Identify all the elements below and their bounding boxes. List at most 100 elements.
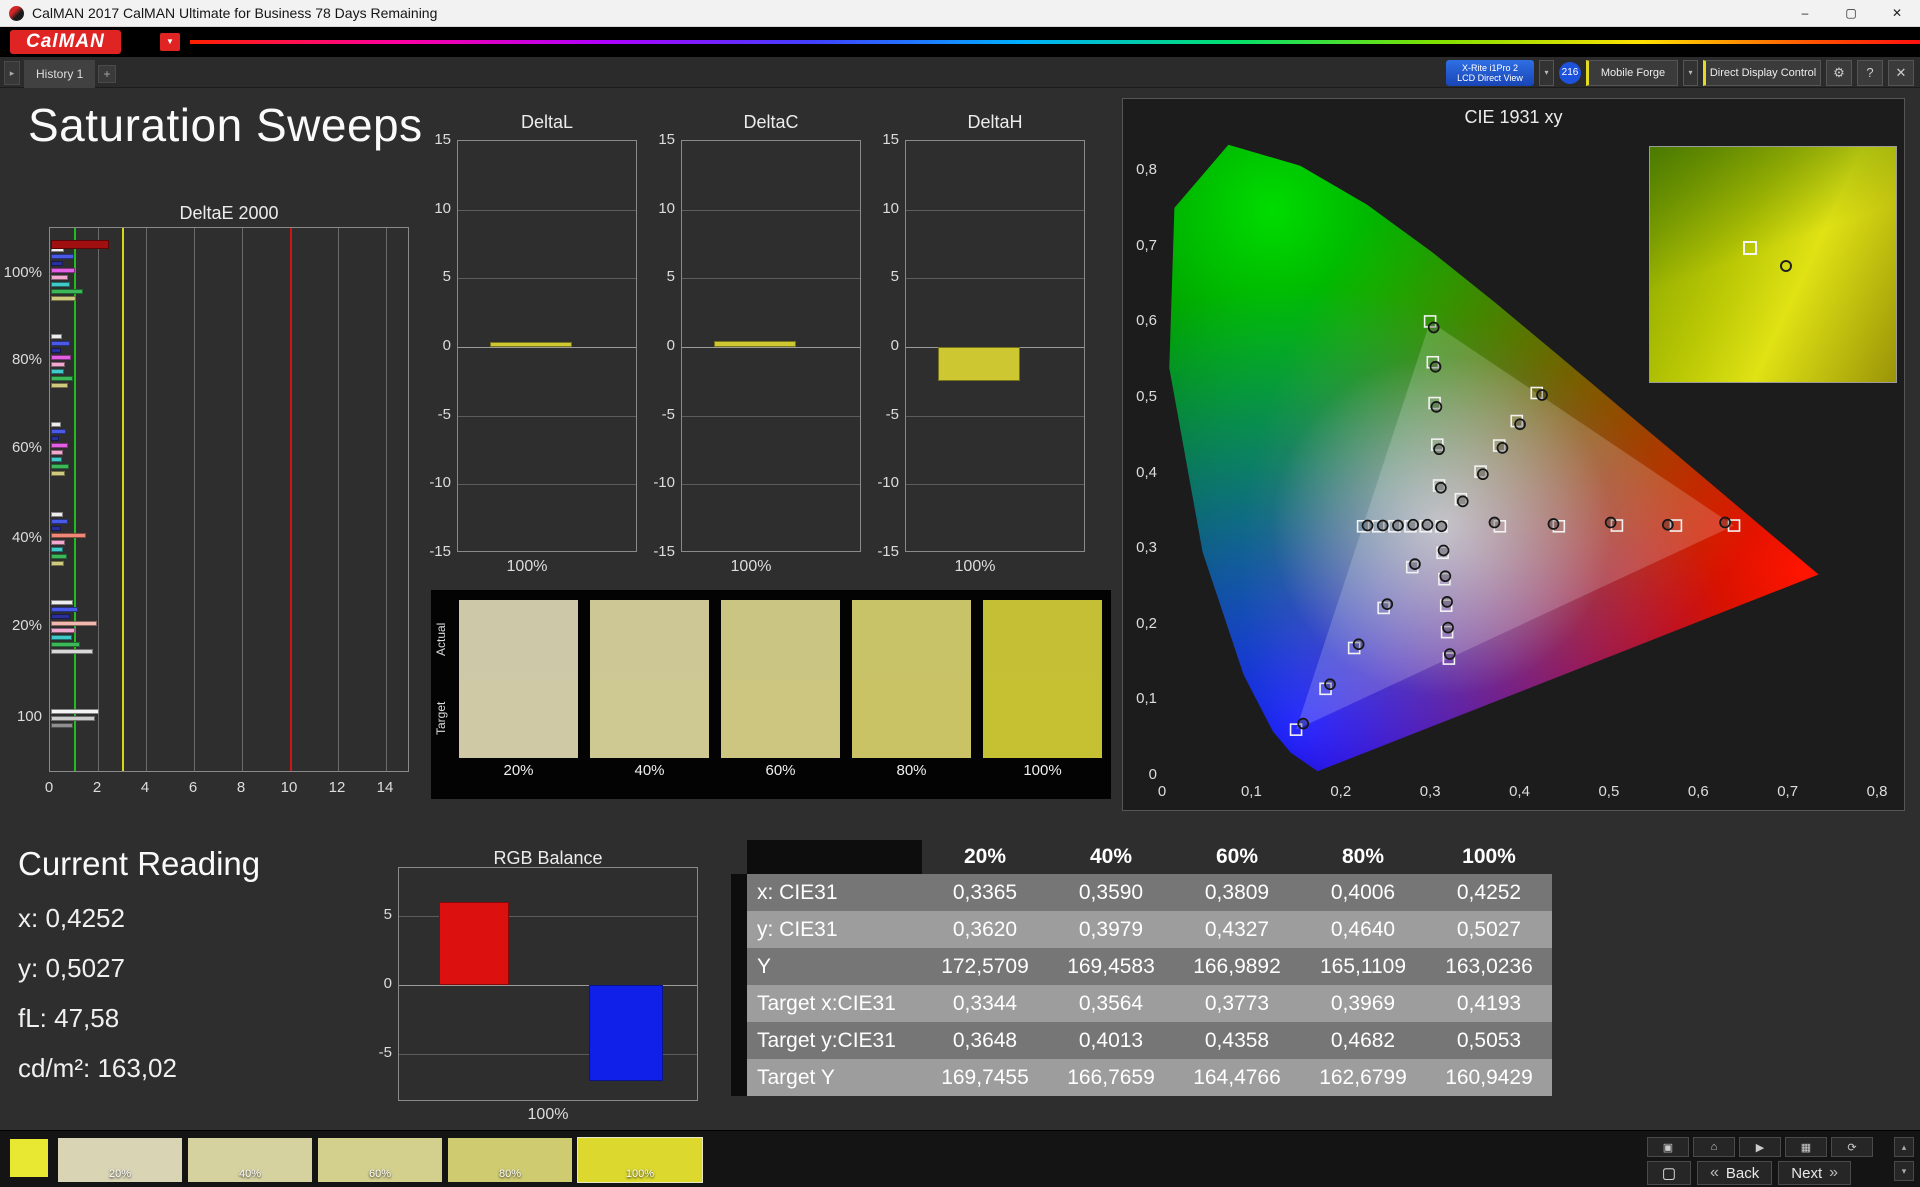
stop-button[interactable]: ▢: [1647, 1161, 1691, 1185]
nav-home-button[interactable]: ⌂: [1693, 1137, 1735, 1157]
cie-measured-blue: [1352, 638, 1365, 651]
target-swatch: [459, 679, 578, 758]
tab-history-1[interactable]: History 1: [24, 60, 96, 88]
nav-refresh-button[interactable]: ⟳: [1831, 1137, 1873, 1157]
deltae-bar: [51, 546, 63, 552]
deltah-chart-title: DeltaH: [967, 112, 1023, 132]
bottom-swatch-80%[interactable]: 80%: [448, 1138, 572, 1182]
measurement-table: 20% 40% 60% 80% 100% x: CIE31 0,3365 0,3590 0,38…: [731, 840, 1552, 1096]
deltae-x-tick-label: 4: [140, 779, 150, 796]
close-workflow-button[interactable]: ✕: [1888, 59, 1914, 86]
deltac-y-tick-label: 15: [658, 131, 675, 148]
deltae-bar: [51, 525, 61, 531]
deltac-gridline: [682, 484, 860, 486]
deltae-bar: [51, 274, 68, 280]
deltae-bar: [51, 722, 73, 728]
deltal-chart: DeltaL 100% 15 10 5 0 -5 -10 -15: [413, 112, 653, 592]
logo-dropdown-button[interactable]: ▼: [160, 33, 180, 51]
back-button[interactable]: « Back: [1697, 1161, 1773, 1185]
nav-save-button[interactable]: ▦: [1785, 1137, 1827, 1157]
swatch-label: 60%: [765, 762, 796, 779]
add-tab-button[interactable]: +: [98, 65, 116, 83]
next-button[interactable]: Next »: [1778, 1161, 1852, 1185]
deltae-bar: [51, 642, 80, 648]
deltal-y-tick-label: -5: [437, 405, 451, 423]
inset-target-marker: [1743, 241, 1758, 255]
cie-x-tick-label: 0: [1157, 783, 1167, 800]
deltae-bar: [51, 334, 62, 340]
deltae-gridline: [194, 228, 195, 771]
source-dropdown-button[interactable]: ▾: [1683, 59, 1698, 86]
deltah-y-tick-label: -10: [877, 474, 899, 492]
bottom-swatch-label: 40%: [238, 1168, 262, 1180]
deltae-bar: [51, 295, 77, 301]
table-row-label: Target x:CIE31: [747, 985, 922, 1022]
app-icon: [9, 5, 24, 21]
deltah-gridline: [906, 278, 1084, 280]
nav-display-button[interactable]: ▣: [1647, 1137, 1689, 1157]
scroll-down-button[interactable]: ▾: [1894, 1161, 1914, 1181]
table-cell: 160,9429: [1426, 1059, 1552, 1096]
deltac-y-tick-label: 10: [658, 199, 675, 217]
cie-x-tick-label: 0,2: [1330, 783, 1352, 800]
deltal-gridline: [458, 278, 636, 280]
close-button[interactable]: ✕: [1874, 0, 1920, 26]
deltah-y-tick-label: 5: [890, 268, 899, 286]
cie-y-tick-label: 0,5: [1136, 388, 1157, 406]
titlebar: CalMAN 2017 CalMAN Ultimate for Business…: [0, 0, 1920, 27]
minimize-button[interactable]: –: [1782, 0, 1828, 26]
nav-play-button[interactable]: ▶: [1739, 1137, 1781, 1157]
back-label: Back: [1725, 1164, 1760, 1182]
scroll-up-button[interactable]: ▴: [1894, 1137, 1914, 1157]
table-row-strip: [731, 985, 747, 1022]
display-control-button[interactable]: Direct Display Control: [1703, 59, 1821, 86]
calman-logo[interactable]: CalMAN: [10, 30, 121, 54]
tab-scroll-button[interactable]: ▸: [4, 61, 20, 85]
nav-icon-buttons: ▣ ⌂ ▶ ▦ ⟳: [1647, 1137, 1873, 1157]
deltae-y-label: 40%: [11, 528, 42, 546]
current-reading-values: x: 0,4252 y: 0,5027 fL: 47,58 cd/m²: 163,02: [18, 903, 318, 1084]
table-cell: 0,4682: [1300, 1022, 1426, 1059]
deltal-gridline: [458, 484, 636, 486]
deltae-bar: [51, 341, 71, 347]
bottom-swatch-20%[interactable]: 20%: [58, 1138, 182, 1182]
deltae-x-tick-label: 0: [44, 779, 54, 796]
deltae-gridline: [98, 228, 99, 771]
table-row-strip: [731, 1022, 747, 1059]
bottom-swatch-60%[interactable]: 60%: [318, 1138, 442, 1182]
deltac-gridline: [682, 209, 860, 211]
help-button[interactable]: ?: [1857, 59, 1883, 86]
cie-x-tick-label: 0,4: [1509, 783, 1530, 800]
layout-scroll-buttons: ▴ ▾: [1894, 1137, 1914, 1181]
cie-y-tick-label: 0,1: [1136, 690, 1157, 708]
deltae-ref-line-yellow: [122, 228, 124, 771]
table-row-label: Target y:CIE31: [747, 1022, 922, 1059]
deltae-y-label: 100%: [3, 263, 42, 281]
meter-dropdown-button[interactable]: ▾: [1539, 59, 1554, 86]
settings-gear-button[interactable]: ⚙: [1826, 59, 1852, 86]
deltae-bar: [51, 383, 69, 389]
swatch-label: 100%: [1023, 762, 1062, 779]
bottom-swatch-100%[interactable]: 100%: [577, 1137, 703, 1183]
deltac-chart-title: DeltaC: [743, 112, 799, 132]
meter-button[interactable]: X-Rite i1Pro 2 LCD Direct View: [1446, 59, 1534, 86]
table-cell: 0,4252: [1426, 874, 1552, 911]
bottom-bar: 20% 40% 60% 80% 100% ▣ ⌂ ▶ ▦ ⟳ ▢ « Back Next » ▴…: [0, 1130, 1920, 1187]
actual-swatch: [590, 600, 709, 679]
deltae-bar: [51, 267, 75, 273]
source-button[interactable]: Mobile Forge: [1586, 59, 1678, 86]
cie-measured-red: [1604, 516, 1617, 529]
deltac-y-tick-label: 5: [666, 268, 675, 286]
window-controls: – ▢ ✕: [1782, 0, 1920, 26]
target-row-label: Target: [434, 701, 448, 736]
table-column-header: 40%: [1089, 845, 1133, 868]
cie-measured-cyan: [1376, 519, 1389, 532]
deltae-bar: [51, 518, 68, 524]
comparison-swatch: [459, 600, 578, 758]
table-cell: 0,3564: [1048, 985, 1174, 1022]
deltal-chart-title: DeltaL: [520, 112, 574, 132]
bottom-swatch-40%[interactable]: 40%: [188, 1138, 312, 1182]
maximize-button[interactable]: ▢: [1828, 0, 1874, 26]
cie-y-tick-label: 0,3: [1136, 539, 1157, 557]
table-cell: 0,4006: [1300, 874, 1426, 911]
